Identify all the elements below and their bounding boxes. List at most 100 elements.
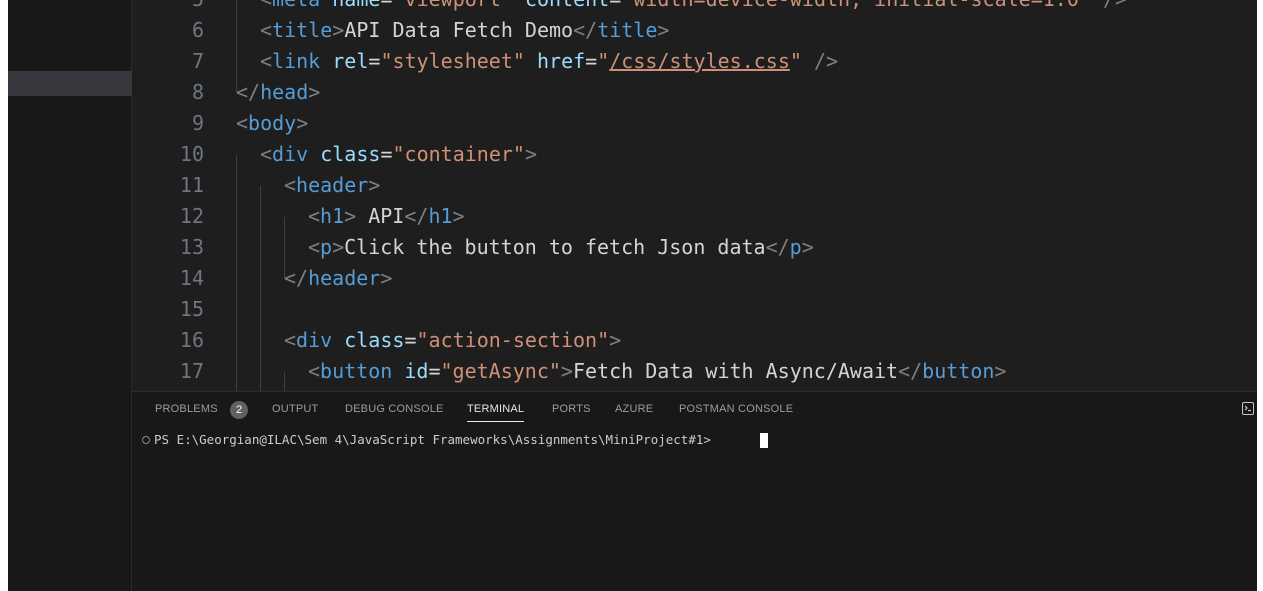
- code-text: <button id="getAsync">Fetch Data with As…: [308, 356, 1006, 387]
- code-line[interactable]: 7 <link rel="stylesheet" href="/css/style…: [132, 46, 1257, 77]
- code-token: </: [898, 359, 923, 383]
- code-text: </header>: [284, 263, 392, 294]
- line-number: 11: [179, 173, 204, 197]
- code-token: class: [320, 142, 381, 166]
- code-text: <div class="container">: [260, 139, 537, 170]
- command-status-icon: [142, 436, 150, 444]
- code-token: link: [272, 49, 321, 73]
- code-token: </: [573, 18, 598, 42]
- code-token: <: [284, 173, 297, 197]
- tab-problems[interactable]: PROBLEMS: [155, 403, 218, 415]
- line-number: 7: [191, 49, 204, 73]
- code-token: >: [609, 328, 622, 352]
- line-number: 14: [179, 266, 204, 290]
- line-number: 9: [191, 111, 204, 135]
- code-token: head: [260, 80, 309, 104]
- terminal-prompt: PS E:\Georgian@ILAC\Sem 4\JavaScript Fra…: [154, 432, 719, 447]
- code-token: h1: [428, 204, 453, 228]
- code-token: button: [320, 359, 393, 383]
- code-editor[interactable]: 5<meta name="viewport" content="width=de…: [132, 0, 1257, 391]
- code-token: >: [332, 235, 345, 259]
- code-text: <h1> API</h1>: [308, 201, 465, 232]
- code-token: >: [380, 266, 393, 290]
- code-token: header: [296, 173, 369, 197]
- code-token: </: [404, 204, 429, 228]
- code-token: >: [368, 173, 381, 197]
- code-token: "action-section": [416, 328, 610, 352]
- code-token: name: [332, 0, 380, 11]
- line-number: 8: [191, 80, 204, 104]
- code-token: "width=device-width, initial-scale=1.0": [621, 0, 1091, 11]
- tab-postman-console[interactable]: POSTMAN CONSOLE: [679, 403, 793, 415]
- code-token: >: [308, 80, 321, 104]
- code-token: >: [524, 142, 537, 166]
- code-line[interactable]: 6 <title>API Data Fetch Demo</title>: [132, 15, 1257, 46]
- code-token: body: [248, 111, 297, 135]
- code-token: rel: [332, 49, 369, 73]
- tab-azure[interactable]: AZURE: [615, 403, 653, 415]
- code-token: h1: [320, 204, 345, 228]
- line-number: 5: [132, 0, 204, 15]
- code-token: <: [260, 142, 273, 166]
- code-token: "stylesheet": [380, 49, 525, 73]
- code-token: id: [404, 359, 429, 383]
- code-token: </: [765, 235, 790, 259]
- code-token: =: [380, 0, 392, 11]
- code-token: />: [1091, 0, 1127, 11]
- terminal-line[interactable]: PS E:\Georgian@ILAC\Sem 4\JavaScript Fra…: [132, 430, 1257, 450]
- code-token: button: [922, 359, 995, 383]
- code-text: <title>API Data Fetch Demo</title>: [260, 15, 669, 46]
- tab-output[interactable]: OUTPUT: [272, 403, 318, 415]
- code-text: </head>: [236, 77, 320, 108]
- code-line[interactable]: 12 <h1> API</h1>: [132, 201, 1257, 232]
- sidebar-selected-item[interactable]: [8, 71, 132, 96]
- code-token: /css/styles.css: [609, 49, 790, 73]
- code-line[interactable]: 15: [132, 294, 1257, 325]
- code-line[interactable]: 11 <header>: [132, 170, 1257, 201]
- code-token: <: [308, 204, 321, 228]
- code-token: meta: [272, 0, 320, 11]
- code-line[interactable]: 5<meta name="viewport" content="width=de…: [132, 0, 1257, 15]
- code-token: API Data Fetch Demo: [344, 18, 574, 42]
- line-number: 15: [179, 297, 204, 321]
- code-token: title: [597, 18, 658, 42]
- code-token: content: [525, 0, 609, 11]
- code-token: <: [308, 359, 321, 383]
- tab-terminal[interactable]: TERMINAL: [467, 403, 525, 422]
- problems-count-badge: 2: [230, 401, 248, 419]
- code-token: >: [657, 18, 670, 42]
- code-token: ": [597, 49, 610, 73]
- code-line[interactable]: 16 <div class="action-section">: [132, 325, 1257, 356]
- code-line[interactable]: 8 </head>: [132, 77, 1257, 108]
- terminal-cursor: [760, 433, 768, 448]
- terminal-icon[interactable]: [1242, 402, 1254, 415]
- code-token: <: [284, 328, 297, 352]
- code-token: p: [789, 235, 802, 259]
- code-token: <: [260, 0, 272, 11]
- code-token: =: [609, 0, 621, 11]
- code-token: />: [801, 49, 839, 73]
- code-token: >: [296, 111, 309, 135]
- code-text: <p>Click the button to fetch Json data</…: [308, 232, 814, 263]
- code-token: header: [308, 266, 381, 290]
- line-number: 17: [179, 359, 204, 383]
- code-token: =: [404, 328, 417, 352]
- code-token: <: [236, 111, 249, 135]
- code-line[interactable]: 9 <body>: [132, 108, 1257, 139]
- code-line[interactable]: 13 <p>Click the button to fetch Json data…: [132, 232, 1257, 263]
- code-line[interactable]: 10 <div class="container">: [132, 139, 1257, 170]
- tab-ports[interactable]: PORTS: [552, 403, 591, 415]
- code-line[interactable]: 14 </header>: [132, 263, 1257, 294]
- code-token: >: [994, 359, 1007, 383]
- tab-debug-console[interactable]: DEBUG CONSOLE: [345, 403, 444, 415]
- code-token: <: [260, 49, 273, 73]
- panel-tabs: PROBLEMS 2 OUTPUT DEBUG CONSOLE TERMINAL…: [132, 392, 1257, 428]
- code-token: >: [332, 18, 345, 42]
- code-token: "getAsync": [440, 359, 561, 383]
- code-token: class: [344, 328, 405, 352]
- code-line[interactable]: 17 <button id="getAsync">Fetch Data with …: [132, 356, 1257, 387]
